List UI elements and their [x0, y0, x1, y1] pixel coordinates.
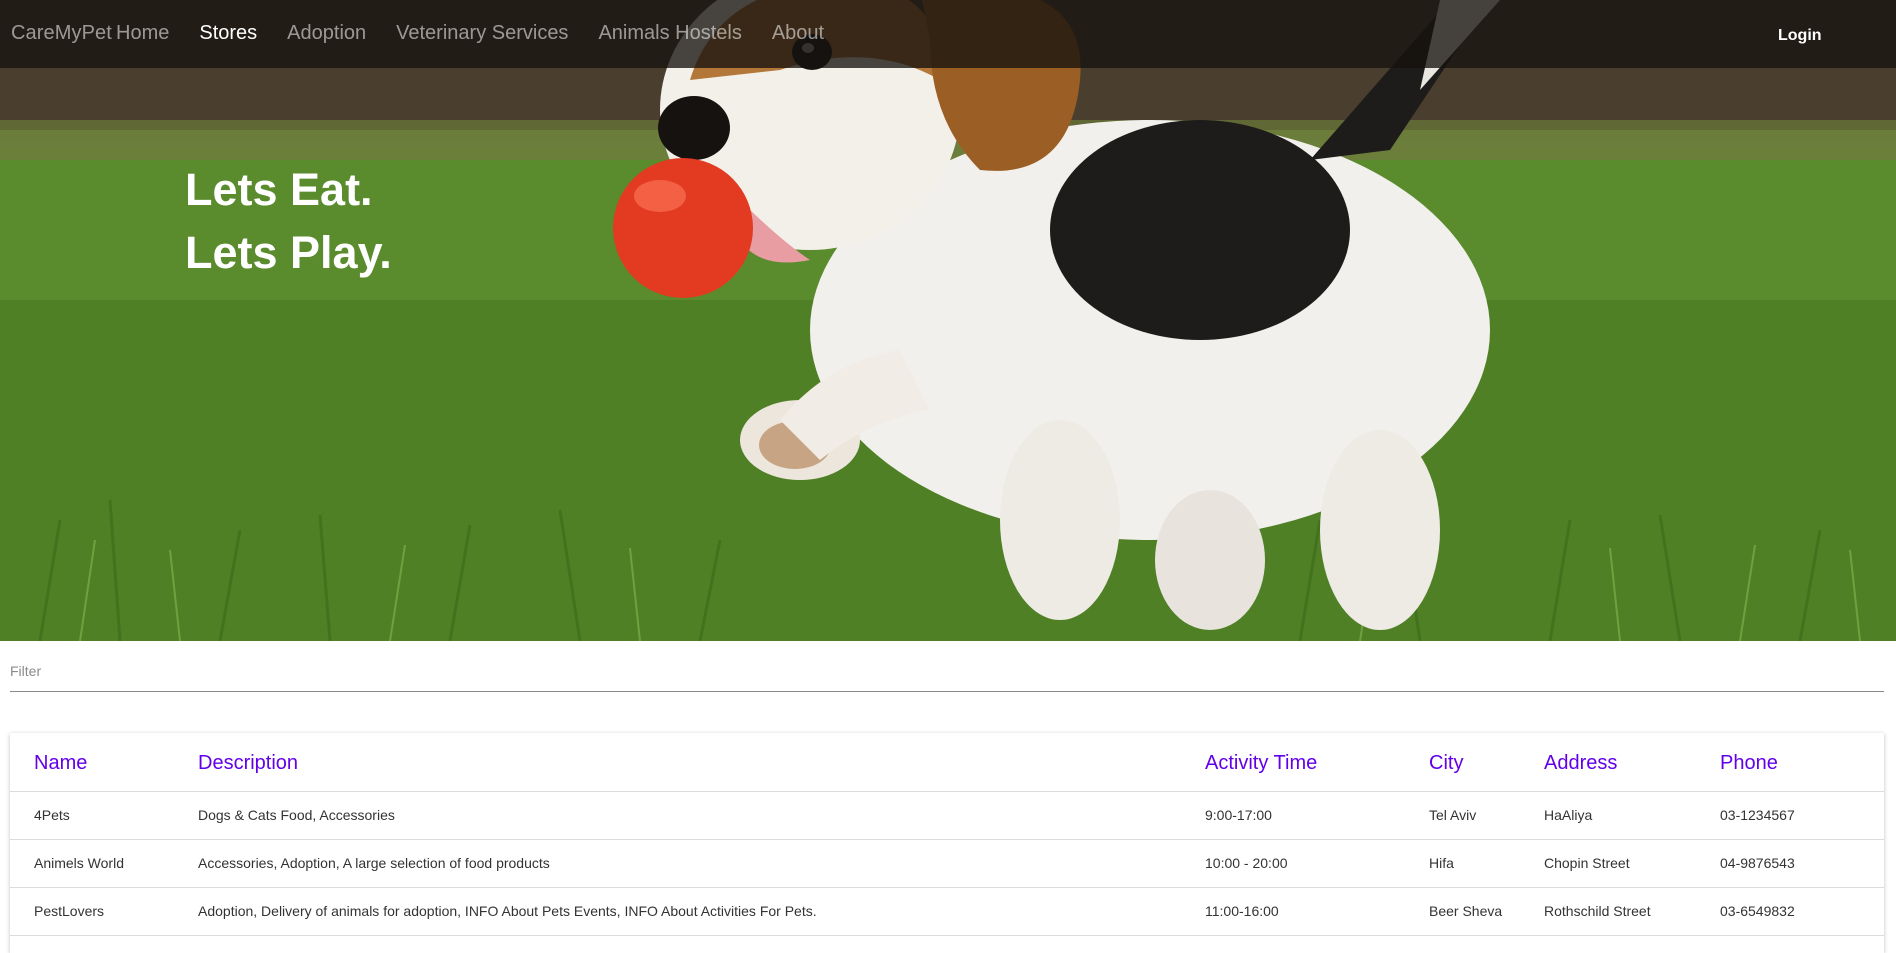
- cell-description: Dogs & Cats Food, Accessories: [198, 791, 1205, 840]
- stores-table: Name Description Activity Time City Addr…: [10, 733, 1884, 936]
- cell-activity-time: 9:00-17:00: [1205, 791, 1429, 840]
- hero-line-2: Lets Play.: [185, 227, 392, 278]
- hero-banner: [0, 0, 1896, 641]
- cell-description: Accessories, Adoption, A large selection…: [198, 839, 1205, 888]
- cell-city: Beer Sheva: [1429, 887, 1544, 936]
- cell-description: Adoption, Delivery of animals for adopti…: [198, 887, 1205, 936]
- cell-phone: 03-1234567: [1720, 791, 1884, 840]
- login-button[interactable]: Login: [1778, 27, 1822, 45]
- hero-line-1: Lets Eat.: [185, 164, 373, 215]
- table-row[interactable]: 4Pets Dogs & Cats Food, Accessories 9:00…: [10, 791, 1884, 840]
- nav-item-about[interactable]: About: [772, 22, 824, 45]
- nav-item-animals-hostels[interactable]: Animals Hostels: [598, 22, 741, 45]
- nav-item-veterinary-services[interactable]: Veterinary Services: [396, 22, 568, 45]
- cell-address: HaAliya: [1544, 791, 1720, 840]
- brand-logo[interactable]: CareMyPet: [11, 22, 112, 45]
- column-header-city[interactable]: City: [1429, 733, 1544, 792]
- hero-image: [0, 0, 1896, 641]
- table-row[interactable]: Animels World Accessories, Adoption, A l…: [10, 839, 1884, 888]
- cell-address: Rothschild Street: [1544, 887, 1720, 936]
- nav-item-home[interactable]: Home: [116, 22, 169, 45]
- cell-name: 4Pets: [10, 791, 198, 840]
- cell-activity-time: 11:00-16:00: [1205, 887, 1429, 936]
- stores-table-card: Name Description Activity Time City Addr…: [10, 733, 1884, 953]
- table-row[interactable]: PestLovers Adoption, Delivery of animals…: [10, 887, 1884, 936]
- cell-name: Animels World: [10, 839, 198, 888]
- cell-phone: 03-6549832: [1720, 887, 1884, 936]
- cell-name: PestLovers: [10, 887, 198, 936]
- hero-headline: Lets Eat. Lets Play.: [185, 158, 392, 284]
- column-header-name[interactable]: Name: [10, 733, 198, 792]
- table-header-row: Name Description Activity Time City Addr…: [10, 733, 1884, 792]
- cell-city: Tel Aviv: [1429, 791, 1544, 840]
- cell-phone: 04-9876543: [1720, 839, 1884, 888]
- column-header-activity-time[interactable]: Activity Time: [1205, 733, 1429, 792]
- cell-city: Hifa: [1429, 839, 1544, 888]
- column-header-address[interactable]: Address: [1544, 733, 1720, 792]
- nav-item-stores[interactable]: Stores: [199, 22, 257, 45]
- filter-input[interactable]: [10, 650, 1884, 686]
- cell-activity-time: 10:00 - 20:00: [1205, 839, 1429, 888]
- top-navbar: CareMyPet Home Stores Adoption Veterinar…: [0, 0, 1896, 68]
- cell-address: Chopin Street: [1544, 839, 1720, 888]
- filter-field: [10, 650, 1884, 692]
- nav-item-adoption[interactable]: Adoption: [287, 22, 366, 45]
- main-nav: Home Stores Adoption Veterinary Services…: [116, 22, 854, 45]
- column-header-description[interactable]: Description: [198, 733, 1205, 792]
- column-header-phone[interactable]: Phone: [1720, 733, 1884, 792]
